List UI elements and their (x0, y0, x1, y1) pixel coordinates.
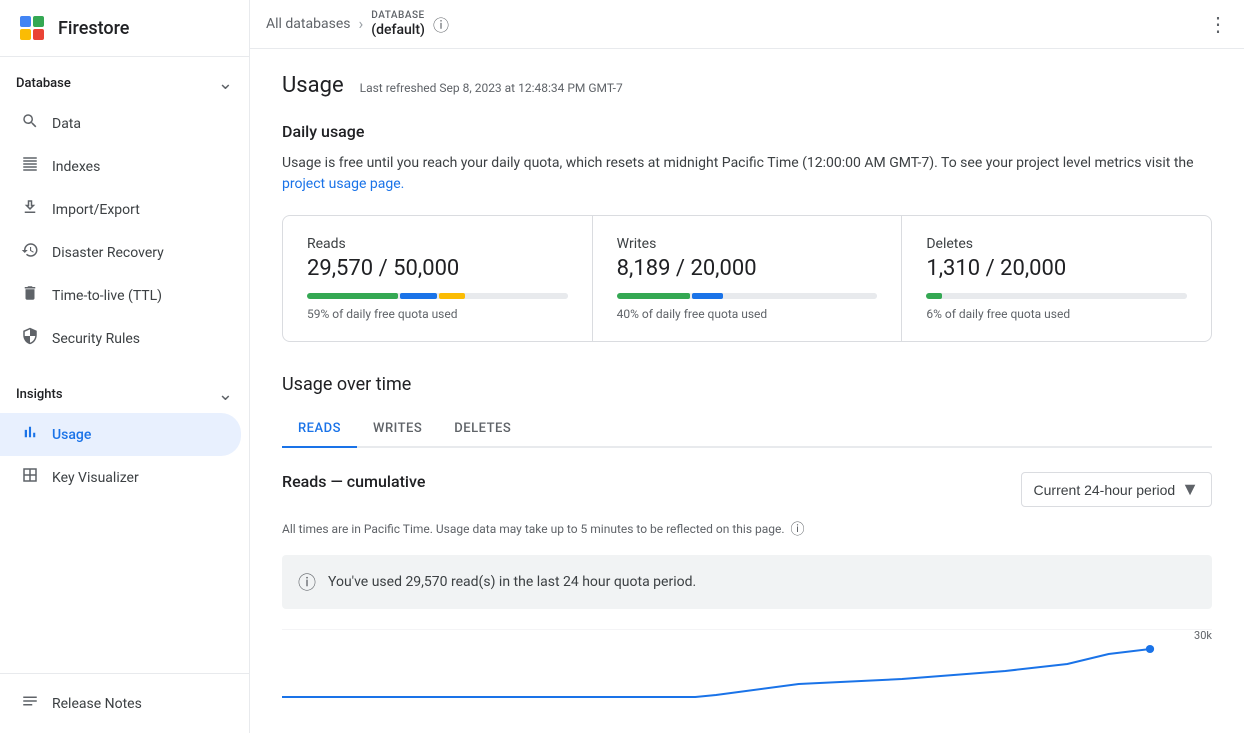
period-label: Current 24-hour period (1034, 482, 1176, 498)
writes-card: Writes 8,189 / 20,000 40% of daily free … (593, 216, 903, 341)
indexes-icon (20, 155, 40, 178)
refresh-time: Last refreshed Sep 8, 2023 at 12:48:34 P… (360, 81, 623, 95)
usage-over-time-title: Usage over time (282, 374, 1212, 395)
help-icon[interactable]: ⓘ (791, 519, 805, 539)
sidebar-item-ttl-label: Time-to-live (TTL) (52, 288, 162, 304)
chevron-up-icon: ⌄ (218, 73, 233, 94)
sidebar-item-security-rules-label: Security Rules (52, 331, 140, 347)
breadcrumb: All databases › DATABASE (default) ⓘ (266, 10, 449, 39)
shield-icon (20, 327, 40, 350)
sidebar-item-indexes[interactable]: Indexes (0, 145, 241, 188)
history-icon (20, 241, 40, 264)
deletes-card: Deletes 1,310 / 20,000 6% of daily free … (902, 216, 1211, 341)
insights-section: Insights ⌄ Usage Key Visualizer (0, 368, 249, 507)
writes-segment-2 (692, 293, 723, 299)
reads-card: Reads 29,570 / 50,000 59% of daily free … (283, 216, 593, 341)
bar-chart-icon (20, 423, 40, 446)
sidebar-footer: Release Notes (0, 673, 249, 733)
sidebar-item-key-visualizer[interactable]: Key Visualizer (0, 456, 241, 499)
reads-progress-bar (307, 293, 568, 299)
info-banner: ⓘ You've used 29,570 read(s) in the last… (282, 555, 1212, 609)
app-title: Firestore (58, 18, 129, 39)
usage-cards: Reads 29,570 / 50,000 59% of daily free … (282, 215, 1212, 342)
db-label: DATABASE (371, 10, 425, 22)
writes-card-title: Writes (617, 236, 878, 252)
chart-area: 30k (282, 629, 1212, 709)
sidebar-item-disaster-recovery-label: Disaster Recovery (52, 245, 164, 261)
tab-writes[interactable]: WRITES (357, 411, 438, 448)
chart-note: All times are in Pacific Time. Usage dat… (282, 519, 1212, 539)
sidebar-item-indexes-label: Indexes (52, 159, 100, 175)
search-icon (20, 112, 40, 135)
reads-segment-1 (307, 293, 398, 299)
reads-card-value: 29,570 / 50,000 (307, 256, 568, 281)
trash-icon (20, 284, 40, 307)
sidebar-item-data[interactable]: Data (0, 102, 241, 145)
sidebar-item-release-notes-label: Release Notes (52, 696, 142, 712)
banner-info-icon: ⓘ (298, 569, 316, 595)
sidebar-item-data-label: Data (52, 116, 81, 132)
sidebar-item-release-notes[interactable]: Release Notes (0, 682, 241, 725)
writes-segment-remaining (725, 293, 877, 299)
deletes-progress-bar (926, 293, 1187, 299)
app-logo (16, 12, 48, 44)
database-section-header[interactable]: Database ⌄ (0, 65, 249, 102)
writes-segment-1 (617, 293, 690, 299)
insights-chevron-icon: ⌄ (218, 384, 233, 405)
project-usage-link[interactable]: project usage page. (282, 176, 404, 192)
info-icon[interactable]: ⓘ (433, 12, 449, 36)
reads-chart (282, 629, 1212, 699)
all-databases-link[interactable]: All databases (266, 16, 350, 32)
database-section: Database ⌄ Data Indexes Import/Export (0, 57, 249, 368)
writes-quota-text: 40% of daily free quota used (617, 307, 878, 321)
tab-reads[interactable]: READS (282, 411, 357, 448)
deletes-card-value: 1,310 / 20,000 (926, 256, 1187, 281)
more-options-icon[interactable]: ⋮ (1208, 12, 1228, 36)
deletes-segment-remaining (944, 293, 1187, 299)
chart-title: Reads — cumulative (282, 472, 425, 491)
chart-header: Reads — cumulative Current 24-hour perio… (282, 472, 1212, 507)
banner-text: You've used 29,570 read(s) in the last 2… (328, 574, 696, 590)
reads-segment-2 (400, 293, 436, 299)
insights-section-header[interactable]: Insights ⌄ (0, 376, 249, 413)
page-content: Usage Last refreshed Sep 8, 2023 at 12:4… (250, 49, 1244, 733)
sidebar-item-import-export[interactable]: Import/Export (0, 188, 241, 231)
main-content: All databases › DATABASE (default) ⓘ ⋮ U… (250, 0, 1244, 733)
deletes-card-title: Deletes (926, 236, 1187, 252)
period-dropdown[interactable]: Current 24-hour period ▼ (1021, 472, 1212, 507)
reads-card-title: Reads (307, 236, 568, 252)
reads-segment-3 (439, 293, 465, 299)
db-name: (default) (371, 22, 425, 39)
sidebar-item-security-rules[interactable]: Security Rules (0, 317, 241, 360)
deletes-quota-text: 6% of daily free quota used (926, 307, 1187, 321)
writes-card-value: 8,189 / 20,000 (617, 256, 878, 281)
dropdown-arrow-icon: ▼ (1181, 479, 1199, 500)
reads-segment-remaining (467, 293, 568, 299)
grid-icon (20, 466, 40, 489)
page-header: Usage Last refreshed Sep 8, 2023 at 12:4… (282, 73, 1212, 98)
daily-usage-desc: Usage is free until you reach your daily… (282, 153, 1212, 195)
topbar: All databases › DATABASE (default) ⓘ ⋮ (250, 0, 1244, 49)
sidebar-item-ttl[interactable]: Time-to-live (TTL) (0, 274, 241, 317)
sidebar-header: Firestore (0, 0, 249, 57)
sidebar-item-key-visualizer-label: Key Visualizer (52, 470, 139, 486)
tabs: READS WRITES DELETES (282, 411, 1212, 448)
sidebar-item-usage[interactable]: Usage (0, 413, 241, 456)
deletes-segment-1 (926, 293, 942, 299)
notes-icon (20, 692, 40, 715)
writes-progress-bar (617, 293, 878, 299)
tab-deletes[interactable]: DELETES (438, 411, 527, 448)
sidebar-item-disaster-recovery[interactable]: Disaster Recovery (0, 231, 241, 274)
page-title: Usage (282, 73, 344, 98)
sidebar-item-usage-label: Usage (52, 427, 91, 443)
sidebar-item-import-export-label: Import/Export (52, 202, 140, 218)
breadcrumb-arrow-icon: › (358, 14, 363, 33)
sidebar: Firestore Database ⌄ Data Indexes Import… (0, 0, 250, 733)
upload-icon (20, 198, 40, 221)
chart-y-label: 30k (1194, 629, 1212, 642)
daily-usage-title: Daily usage (282, 122, 1212, 141)
reads-quota-text: 59% of daily free quota used (307, 307, 568, 321)
